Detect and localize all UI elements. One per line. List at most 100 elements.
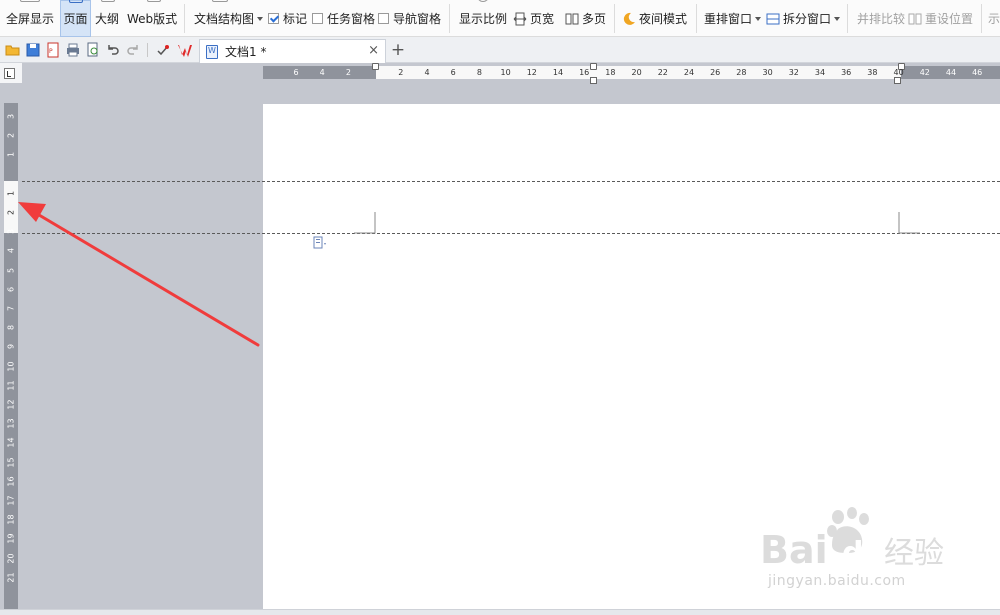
save-icon[interactable] xyxy=(25,42,41,58)
reset-position-label: 重设位置 xyxy=(925,12,974,26)
horizontal-ruler-label: 2 xyxy=(398,68,404,77)
horizontal-ruler-label: 42 xyxy=(919,68,930,77)
arrange-windows-dropdown[interactable]: 重排窗口 xyxy=(704,0,762,37)
vertical-ruler-label: 2 xyxy=(6,209,16,216)
web-layout-button[interactable]: Web版式 xyxy=(127,0,177,37)
ribbon-separator xyxy=(696,4,697,33)
multi-page-icon xyxy=(565,13,579,24)
markup-checkbox[interactable]: 标记 xyxy=(268,0,310,37)
vertical-ruler-label: 15 xyxy=(6,457,16,468)
multi-page-button[interactable]: 多页 xyxy=(565,0,610,37)
wps-logo-icon[interactable] xyxy=(178,42,194,58)
vertical-ruler-label: 1 xyxy=(6,152,16,158)
horizontal-ruler-label: 4 xyxy=(424,68,430,77)
vertical-ruler-label: 12 xyxy=(6,399,16,410)
task-pane-label: 任务窗格 xyxy=(327,12,376,26)
open-folder-icon[interactable] xyxy=(5,42,21,58)
print-icon[interactable] xyxy=(65,42,81,58)
hanging-indent-handle[interactable] xyxy=(590,77,597,84)
side-by-side-button[interactable]: 并排比较 xyxy=(857,0,905,37)
nav-pane-checkbox[interactable]: 导航窗格 xyxy=(378,0,444,37)
first-line-indent-handle[interactable] xyxy=(372,63,379,70)
task-pane-checkbox[interactable]: 任务窗格 xyxy=(312,0,376,37)
vertical-ruler-label: 5 xyxy=(6,267,16,273)
ribbon-separator xyxy=(981,4,982,33)
vertical-ruler-label: 1 xyxy=(6,190,16,196)
export-pdf-icon[interactable]: P xyxy=(45,42,61,58)
night-mode-label: 夜间模式 xyxy=(639,12,688,26)
zoom-button[interactable]: 显示比例 xyxy=(459,0,507,37)
fullscreen-button[interactable]: 全屏显示 xyxy=(6,0,56,37)
horizontal-ruler-label: 24 xyxy=(683,68,695,77)
right-margin-corner-mark xyxy=(898,212,920,234)
zoom-label: 显示比例 xyxy=(459,12,508,26)
horizontal-ruler-label: 30 xyxy=(762,68,773,77)
page-width-button[interactable]: 页宽 xyxy=(513,0,555,37)
horizontal-ruler[interactable]: 6 4 2 2 4 6 8 10 12 14 16 18 20 22 24 26 28 30 32 34 36 38 40 4… xyxy=(263,63,1000,84)
nav-pane-label: 导航窗格 xyxy=(393,12,442,26)
page-view-icon xyxy=(69,0,83,3)
page-view-button[interactable]: 页面 xyxy=(60,0,91,37)
vertical-ruler-label: 18 xyxy=(6,514,16,525)
ribbon-separator xyxy=(184,4,185,33)
checkbox-checked-icon xyxy=(268,13,279,24)
ribbon-view: 全屏显示 页面 大纲 Web版式 文档结构图 标记 任务窗格 导航窗格 显示比例… xyxy=(0,0,1000,37)
split-window-dropdown[interactable]: 拆分窗口 xyxy=(766,0,842,37)
doc-map-dropdown[interactable]: 文档结构图 xyxy=(194,0,264,37)
center-marker-handle[interactable] xyxy=(590,63,597,70)
horizontal-ruler-label: 28 xyxy=(736,68,747,77)
document-tab[interactable]: 文档1 * × xyxy=(199,39,386,63)
vertical-ruler-label: 8 xyxy=(6,325,16,331)
close-tab-button[interactable]: × xyxy=(368,43,379,58)
vertical-ruler-label: 11 xyxy=(6,380,16,391)
customize-toolbar-icon[interactable] xyxy=(155,42,171,58)
vertical-ruler[interactable]: 3 2 1 1 2 3 4 5 6 7 8 9 10 11 12 13 14 15 16 17 18 19 20 21 xyxy=(4,103,18,615)
wps-writer-window: 全屏显示 页面 大纲 Web版式 文档结构图 标记 任务窗格 导航窗格 显示比例… xyxy=(0,0,1000,615)
vertical-ruler-label: 7 xyxy=(6,305,16,312)
undo-icon[interactable] xyxy=(105,42,121,58)
reset-position-icon xyxy=(908,13,922,24)
chevron-down-icon xyxy=(257,16,264,21)
horizontal-ruler-label: 40 xyxy=(893,68,904,77)
horizontal-ruler-label: 6 xyxy=(450,68,456,77)
horizontal-ruler-label: 38 xyxy=(867,68,878,77)
fullscreen-icon xyxy=(20,0,40,2)
page-view-label: 页面 xyxy=(63,12,88,26)
vertical-ruler-label: 20 xyxy=(6,553,16,564)
outline-button[interactable]: 大纲 xyxy=(95,0,122,37)
vertical-ruler-label: 13 xyxy=(6,418,16,429)
word-document-icon xyxy=(206,44,218,59)
left-tab-icon xyxy=(4,68,15,79)
watermark-brand-paw: du xyxy=(842,536,885,571)
vertical-ruler-label: 17 xyxy=(6,495,16,506)
reset-position-button[interactable]: 重设位置 xyxy=(908,0,974,37)
magnifier-icon xyxy=(477,0,489,2)
redo-icon[interactable] xyxy=(125,42,141,58)
tab-type-selector[interactable] xyxy=(0,63,22,83)
status-bar xyxy=(0,609,1000,615)
ribbon-overflow-item[interactable]: 示 xyxy=(988,0,1000,37)
new-tab-button[interactable]: + xyxy=(390,40,406,60)
vertical-ruler-label: 3 xyxy=(6,113,16,120)
print-preview-icon[interactable] xyxy=(85,42,101,58)
page-width-label: 页宽 xyxy=(530,12,555,26)
horizontal-ruler-label: 8 xyxy=(476,68,482,77)
chevron-down-icon xyxy=(834,16,841,21)
horizontal-ruler-label: 16 xyxy=(579,68,590,77)
ribbon-overflow-label: 示 xyxy=(988,12,1000,26)
horizontal-ruler-label: 10 xyxy=(500,68,511,77)
paste-options-icon[interactable] xyxy=(313,236,327,250)
svg-text:P: P xyxy=(49,48,53,55)
vertical-ruler-label: 6 xyxy=(6,286,16,292)
outline-icon xyxy=(101,0,115,2)
split-window-icon xyxy=(766,13,780,24)
markup-label: 标记 xyxy=(283,12,308,26)
horizontal-ruler-label: 2 xyxy=(345,68,351,77)
horizontal-ruler-label: 26 xyxy=(710,68,721,77)
chevron-down-icon xyxy=(755,16,762,21)
ribbon-separator xyxy=(614,4,615,33)
arrange-windows-label: 重排窗口 xyxy=(704,12,753,26)
left-margin-corner-mark xyxy=(354,212,376,234)
night-mode-button[interactable]: 夜间模式 xyxy=(622,0,690,37)
web-layout-label: Web版式 xyxy=(127,12,178,26)
